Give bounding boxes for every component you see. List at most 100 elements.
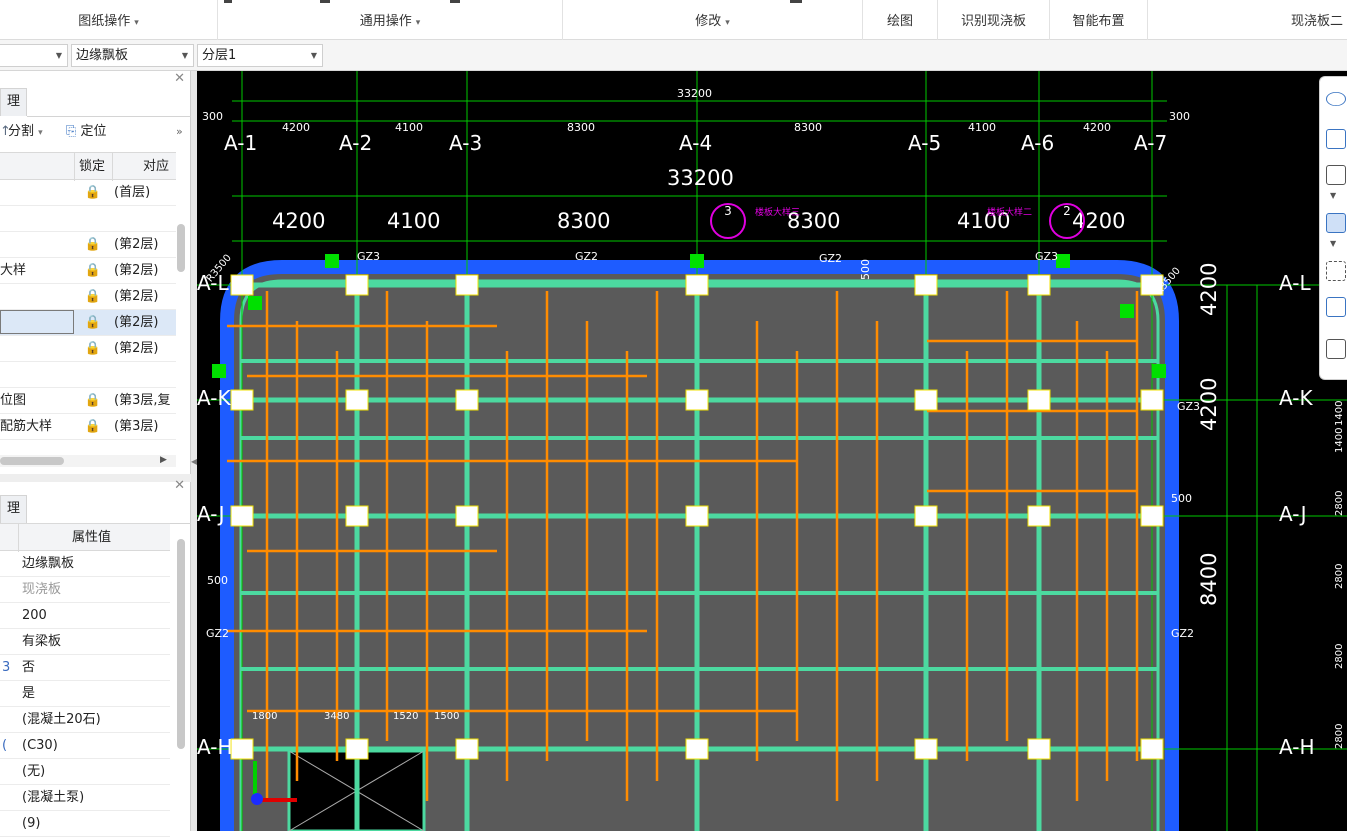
ribbon-group-drawing-ops[interactable]: 图纸操作 ▾ bbox=[0, 0, 218, 40]
grid-label-x: A-6 bbox=[1021, 131, 1055, 155]
property-value[interactable]: 边缘飘板 bbox=[22, 551, 74, 577]
constructional-column bbox=[1120, 304, 1134, 318]
property-row[interactable]: (9) bbox=[0, 811, 170, 837]
lock-icon[interactable]: 🔒 bbox=[78, 180, 108, 206]
column-label: GZ3 bbox=[357, 250, 381, 263]
property-row[interactable]: 边缘飘板 bbox=[0, 551, 170, 577]
horizontal-scrollbar[interactable] bbox=[0, 457, 64, 465]
ribbon-group-smart-layout[interactable]: 智能布置 bbox=[1050, 0, 1148, 40]
grid-label-x: A-5 bbox=[908, 131, 942, 155]
list-settings-icon[interactable] bbox=[1326, 339, 1346, 359]
property-value[interactable]: (混凝土泵) bbox=[22, 785, 84, 811]
ribbon-group-modify[interactable]: 修改 ▾ bbox=[563, 0, 863, 40]
drawing-list-row[interactable]: 🔒 (第2层) bbox=[0, 232, 176, 258]
property-row[interactable]: 现浇板 bbox=[0, 577, 170, 603]
property-row[interactable]: (混凝土泵) bbox=[0, 785, 170, 811]
close-icon[interactable]: ✕ bbox=[174, 478, 185, 493]
property-row[interactable]: 3否 bbox=[0, 655, 170, 681]
lock-icon[interactable]: 🔒 bbox=[78, 258, 108, 284]
span-dimension-small: 4200 bbox=[1083, 121, 1111, 134]
callout-number: 2 bbox=[1063, 204, 1071, 218]
drawing-list-row[interactable]: 配筋大样 🔒 (第3层) bbox=[0, 414, 176, 440]
cube-icon[interactable] bbox=[1326, 297, 1346, 317]
span-dimension: 4100 bbox=[387, 209, 441, 233]
3d-view-icon[interactable] bbox=[1326, 129, 1346, 149]
span-dimension-small: 4100 bbox=[395, 121, 423, 134]
lock-icon[interactable]: 🔒 bbox=[78, 336, 108, 362]
drawing-management-tab[interactable]: 理 bbox=[0, 88, 27, 116]
drawing-list-header: 锁定 对应 bbox=[0, 152, 176, 181]
grid-label-y-right: A-H bbox=[1279, 735, 1315, 759]
floor-select[interactable]: ▼ bbox=[0, 44, 68, 67]
solid-view-icon[interactable] bbox=[1326, 213, 1346, 233]
lock-icon[interactable]: 🔒 bbox=[78, 388, 108, 414]
span-dimension-small: 1400 bbox=[1334, 400, 1345, 426]
property-value[interactable]: (C30) bbox=[22, 733, 58, 759]
property-value[interactable]: 是 bbox=[22, 681, 35, 707]
lock-icon[interactable]: 🔒 bbox=[78, 232, 108, 258]
constructional-column bbox=[690, 254, 704, 268]
drawing-floor: (第3层) bbox=[114, 419, 159, 434]
grid-label-x: A-3 bbox=[449, 131, 483, 155]
scroll-right-icon[interactable]: ▶ bbox=[160, 455, 167, 465]
column bbox=[230, 738, 254, 760]
lock-icon[interactable]: 🔒 bbox=[78, 310, 108, 336]
chevron-down-icon[interactable]: ▼ bbox=[1330, 239, 1336, 248]
ribbon-group-slab-secondary[interactable]: 现浇板二 bbox=[1148, 0, 1347, 40]
select-box-icon[interactable] bbox=[1326, 261, 1346, 281]
component-select[interactable]: 边缘飘板 ▼ bbox=[71, 44, 194, 67]
lock-icon[interactable]: 🔒 bbox=[78, 414, 108, 440]
drawing-floor: (第2层) bbox=[114, 341, 159, 356]
property-value[interactable]: (混凝土20石) bbox=[22, 707, 101, 733]
drawing-list-row[interactable] bbox=[0, 362, 176, 388]
box-view-icon[interactable] bbox=[1326, 165, 1346, 185]
drawing-list-row[interactable]: 位图 🔒 (第3层,复 bbox=[0, 388, 176, 414]
orbit-icon[interactable] bbox=[1326, 92, 1346, 106]
property-value[interactable]: (无) bbox=[22, 759, 45, 785]
property-row[interactable]: 有梁板 bbox=[0, 629, 170, 655]
close-icon[interactable]: ✕ bbox=[174, 71, 185, 86]
drawing-list-row[interactable] bbox=[0, 206, 176, 232]
property-row[interactable]: (混凝土20石) bbox=[0, 707, 170, 733]
ribbon-group-draw[interactable]: 绘图 bbox=[863, 0, 938, 40]
tab-label: 理 bbox=[6, 501, 20, 516]
column-label: GZ2 bbox=[1171, 627, 1195, 640]
drawing-list-row[interactable]: 🔒 (首层) bbox=[0, 180, 176, 206]
drawing-list-row[interactable]: 🔒 (第2层) bbox=[0, 310, 176, 336]
ribbon-group-identify-slab[interactable]: 识别现浇板 bbox=[938, 0, 1050, 40]
property-value[interactable]: 200 bbox=[22, 603, 47, 629]
property-value[interactable]: 有梁板 bbox=[22, 629, 61, 655]
component-select-value: 边缘飘板 bbox=[76, 48, 129, 63]
dimension-label: 1500 bbox=[434, 711, 460, 722]
property-row[interactable]: 是 bbox=[0, 681, 170, 707]
property-row[interactable]: 200 bbox=[0, 603, 170, 629]
span-dimension-small: 2800 bbox=[1334, 723, 1345, 749]
drawing-name: 位图 bbox=[0, 393, 27, 408]
property-row[interactable]: ((C30) bbox=[0, 733, 170, 759]
detail-callout-2[interactable]: 2 bbox=[1049, 203, 1085, 239]
locate-button[interactable]: ⎘ 定位 bbox=[66, 118, 107, 146]
detail-callout-3[interactable]: 3 bbox=[710, 203, 746, 239]
split-button[interactable]: 分割 ▾ bbox=[8, 118, 43, 147]
drawing-list-row[interactable]: 🔒 (第2层) bbox=[0, 284, 176, 310]
cad-drawing-canvas[interactable]: 33200 300 300 33200 A-1 A-2 A-3 A-4 A-5 A-6 A-… bbox=[197, 71, 1347, 831]
property-value[interactable]: 现浇板 bbox=[22, 577, 61, 603]
property-scrollbar[interactable] bbox=[177, 539, 185, 749]
column bbox=[345, 505, 369, 527]
vertical-scrollbar[interactable] bbox=[177, 224, 185, 272]
property-tab[interactable]: 理 bbox=[0, 495, 27, 523]
layer-select[interactable]: 分层1 ▼ bbox=[197, 44, 323, 67]
property-row[interactable]: (无) bbox=[0, 759, 170, 785]
drawing-list-row[interactable]: 大样 🔒 (第2层) bbox=[0, 258, 176, 284]
more-icon[interactable]: » bbox=[176, 118, 183, 146]
lock-icon[interactable]: 🔒 bbox=[78, 284, 108, 310]
drawing-list-row[interactable]: 🔒 (第2层) bbox=[0, 336, 176, 362]
property-value[interactable]: (9) bbox=[22, 811, 40, 837]
property-value[interactable]: 否 bbox=[22, 655, 35, 681]
column bbox=[914, 274, 938, 296]
grid-label-y: A-K bbox=[197, 386, 231, 410]
chevron-down-icon[interactable]: ▼ bbox=[1330, 191, 1336, 200]
cad-drawing[interactable] bbox=[197, 71, 1347, 831]
ribbon-group-common-ops[interactable]: 通用操作 ▾ bbox=[218, 0, 563, 40]
grid-label-y-right: A-J bbox=[1279, 502, 1307, 526]
